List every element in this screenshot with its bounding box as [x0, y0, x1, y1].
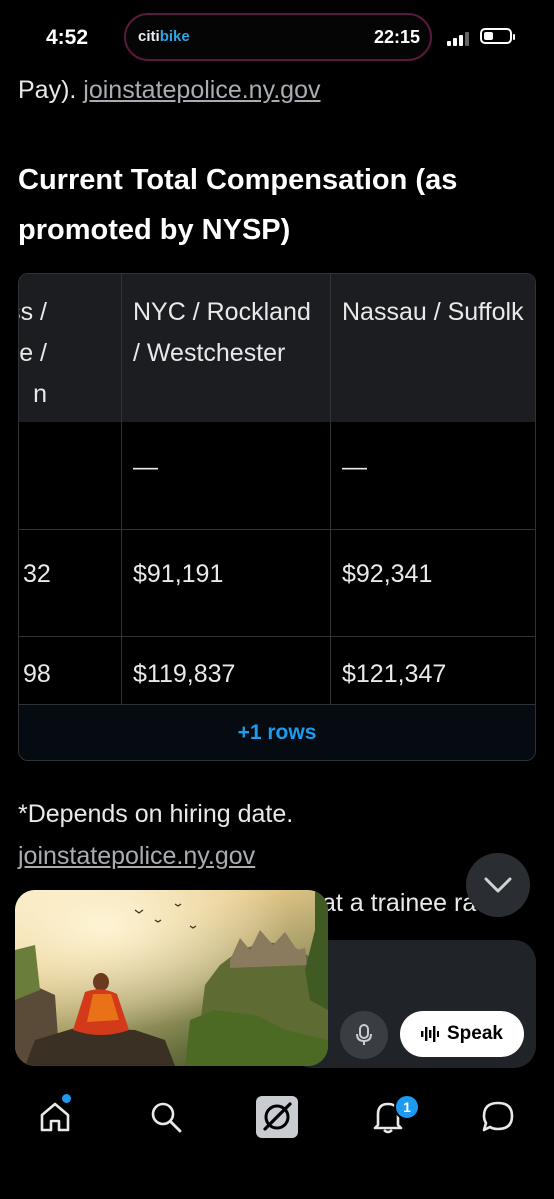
citibike-live-activity: citibike: [138, 28, 190, 45]
nav-grok[interactable]: [252, 1092, 302, 1142]
grok-icon: [256, 1096, 298, 1138]
footnote: *Depends on hiring date. joinstatepolice…: [18, 793, 293, 877]
show-more-rows-button[interactable]: +1 rows: [19, 704, 535, 760]
row-divider: [19, 529, 535, 530]
scroll-down-button[interactable]: [466, 853, 530, 917]
footnote-text: *Depends on hiring date.: [18, 800, 294, 828]
bottom-nav: [0, 1078, 554, 1199]
status-time: 4:52: [46, 26, 89, 49]
home-icon: [40, 1102, 70, 1132]
picture-in-picture-video[interactable]: [15, 890, 328, 1066]
home-unread-dot: [62, 1094, 71, 1103]
table-cell: $121,347: [342, 660, 447, 688]
microphone-icon: [356, 1024, 372, 1045]
chevron-down-icon: [484, 877, 512, 893]
table-cell: $119,837: [133, 660, 236, 688]
footnote-link[interactable]: joinstatepolice.ny.gov: [18, 835, 293, 877]
table-cell: 32: [23, 560, 51, 588]
dynamic-island[interactable]: citibike 22:15: [124, 13, 432, 61]
island-app-suffix: bike: [159, 28, 190, 45]
column-divider: [330, 274, 331, 704]
search-icon: [151, 1102, 182, 1133]
chat-bubble-icon: [482, 1101, 514, 1132]
table-cell: $91,191: [133, 560, 224, 588]
table-cell: —: [133, 453, 158, 481]
nav-messages[interactable]: [473, 1092, 523, 1142]
header-col-1-label: ess /e /n: [19, 298, 47, 408]
waveform-icon: [421, 1026, 439, 1042]
speak-label: Speak: [447, 1023, 503, 1044]
section-heading: Current Total Compensation (as promoted …: [18, 164, 458, 246]
microphone-button[interactable]: [340, 1011, 388, 1059]
speak-button[interactable]: Speak: [400, 1011, 524, 1057]
compensation-table[interactable]: ess /e /n NYC / Rockland / Westchester N…: [18, 273, 536, 761]
table-cell: [19, 422, 121, 529]
table-header-cell: NYC / Rockland / Westchester: [121, 274, 330, 422]
nav-home[interactable]: [30, 1092, 80, 1142]
status-bar: 4:52 citibike 22:15: [0, 0, 554, 70]
table-header-cell: ess /e /n: [19, 274, 121, 422]
nav-search[interactable]: [141, 1092, 191, 1142]
island-timer: 22:15: [373, 27, 420, 47]
cellular-signal-icon: [447, 30, 473, 46]
table-cell: $92,341: [342, 560, 433, 588]
column-divider: [121, 274, 122, 704]
table-cell: 98: [23, 660, 51, 688]
island-app-prefix: citi: [138, 28, 160, 45]
row-divider: [19, 636, 535, 637]
battery-icon: [480, 28, 515, 44]
article-top-line: Pay). joinstatepolice.ny.gov: [18, 76, 320, 105]
joinstatepolice-link[interactable]: joinstatepolice.ny.gov: [83, 76, 320, 104]
top-line-text: Pay).: [18, 76, 84, 104]
monk-landscape-thumbnail: [15, 890, 328, 1066]
notification-count-badge: 1: [394, 1094, 420, 1120]
table-header-cell: Nassau / Suffolk: [330, 274, 535, 422]
table-cell: —: [342, 453, 367, 481]
